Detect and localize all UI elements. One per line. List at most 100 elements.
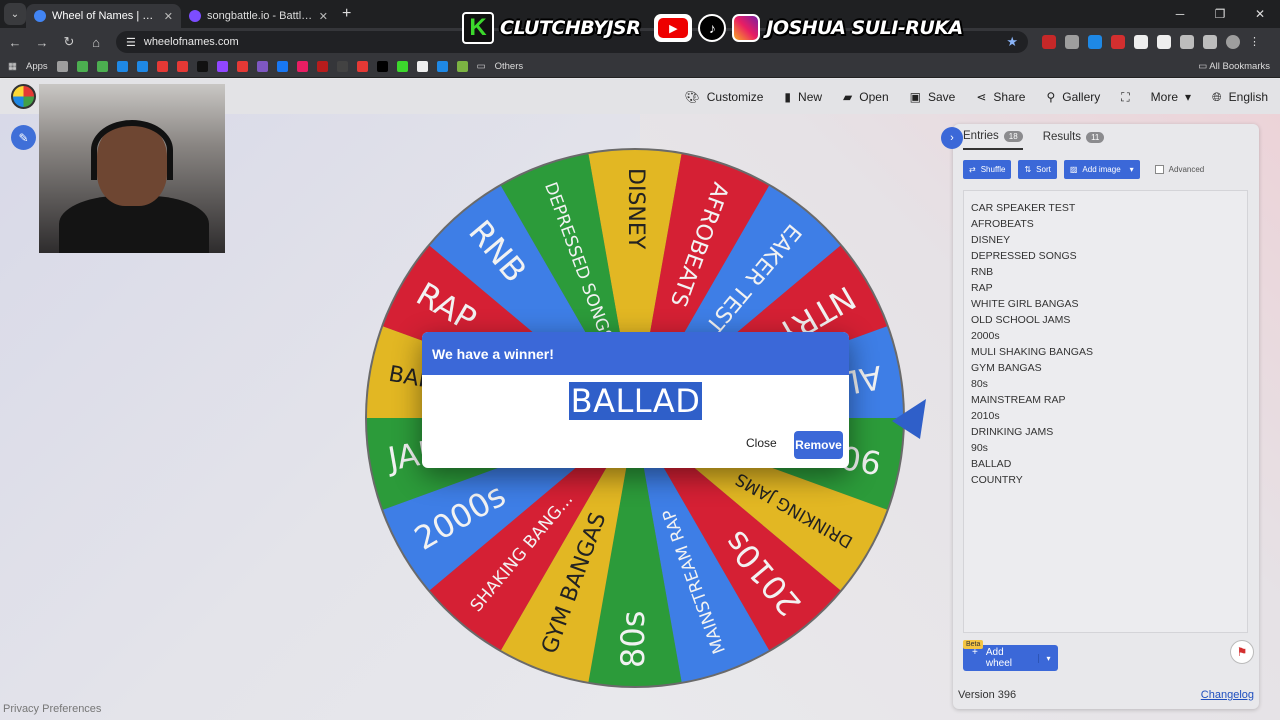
profile-avatar-icon[interactable] (1226, 35, 1240, 49)
entries-count-badge: 18 (1003, 130, 1023, 142)
tab-search-icon[interactable]: ⌄ (4, 3, 26, 25)
bookmark-icon[interactable] (56, 61, 68, 72)
extension-icon[interactable] (1065, 35, 1079, 49)
entry-line: WHITE GIRL BANGAS (971, 298, 1079, 310)
headphones-icon (91, 120, 173, 180)
bookmark-apps[interactable]: Apps (26, 61, 48, 72)
reload-icon[interactable]: ↻ (57, 34, 81, 50)
close-tab-icon[interactable]: ✕ (164, 10, 173, 23)
share-button[interactable]: ⋖ Share (976, 90, 1025, 104)
gallery-button[interactable]: ⚲ Gallery (1046, 90, 1100, 104)
all-bookmarks-label: All Bookmarks (1209, 61, 1270, 72)
browser-tab-wheel[interactable]: Wheel of Names | Random nam ✕ (26, 4, 181, 28)
folder-icon: ▭ (476, 61, 486, 72)
bookmark-icon[interactable] (436, 61, 448, 72)
collapse-panel-icon[interactable]: › (941, 127, 963, 149)
tab-entries[interactable]: Entries 18 (963, 130, 1023, 150)
share-label: Share (993, 90, 1026, 104)
bookmark-icon[interactable] (76, 61, 88, 72)
version-text: Version 396 (958, 689, 1017, 701)
remove-button[interactable]: Remove (794, 431, 843, 459)
checkbox-icon[interactable] (1154, 165, 1164, 174)
bookmark-icon[interactable] (456, 61, 468, 72)
tab-results[interactable]: Results 11 (1043, 130, 1105, 150)
bookmark-icon[interactable] (256, 61, 268, 72)
browser-tab-songbattle[interactable]: songbattle.io - Battle Songs ag ✕ (181, 4, 336, 28)
extension-icon[interactable] (1088, 35, 1102, 49)
language-button[interactable]: 🌐︎ English (1212, 90, 1268, 105)
search-icon: ⚲ (1046, 90, 1056, 104)
new-tab-icon[interactable]: + (342, 5, 351, 23)
bookmark-icon[interactable] (116, 61, 128, 72)
minimize-icon[interactable]: ─ (1160, 0, 1200, 28)
browser-menu-icon[interactable]: ⋮ (1249, 35, 1260, 49)
shuffle-button[interactable]: ⇄ Shuffle (963, 160, 1012, 179)
floppy-icon: ▣ (909, 90, 921, 104)
back-icon[interactable]: ← (3, 35, 27, 50)
sort-icon: ⇅ (1024, 165, 1032, 174)
fullscreen-button[interactable]: ⛶ (1121, 90, 1129, 105)
file-icon: ▮ (784, 90, 792, 104)
open-button[interactable]: ▰ Open (843, 90, 889, 104)
save-button[interactable]: ▣ Save (910, 90, 956, 104)
wheel-logo-icon[interactable] (11, 84, 36, 109)
entry-line: GYM BANGAS (971, 362, 1042, 374)
bookmark-icon[interactable] (156, 61, 168, 72)
bookmark-icon[interactable] (376, 61, 388, 72)
bookmark-others[interactable]: Others (495, 61, 524, 72)
beta-badge: Beta (963, 640, 984, 649)
bookmark-icon[interactable] (276, 61, 288, 72)
site-info-icon[interactable]: ☰ (126, 36, 136, 49)
add-image-button[interactable]: ▨ Add image ▾ (1063, 160, 1140, 179)
bookmark-icon[interactable] (316, 61, 328, 72)
advanced-label: Advanced (1168, 165, 1205, 174)
bookmark-icon[interactable] (336, 61, 348, 72)
more-button[interactable]: More ▾ (1151, 90, 1191, 104)
bookmark-icon[interactable] (216, 61, 228, 72)
entry-line: 90s (971, 442, 988, 454)
all-bookmarks[interactable]: ▭ All Bookmarks (1198, 61, 1270, 72)
close-button[interactable]: Close (746, 436, 777, 450)
entries-textarea[interactable]: CAR SPEAKER TEST AFROBEATS DISNEY DEPRESSED… (963, 190, 1248, 633)
changelog-link[interactable]: Changelog (1201, 689, 1254, 701)
toolbar-menu: 🎨︎ Customize ▮ New ▰ Open ▣ Save ⋖ Share… (685, 80, 1269, 114)
forward-icon[interactable]: → (30, 35, 54, 50)
bookmark-icon[interactable] (96, 61, 108, 72)
close-tab-icon[interactable]: ✕ (319, 10, 328, 23)
close-window-icon[interactable]: ✕ (1240, 0, 1280, 28)
customize-button[interactable]: 🎨︎ Customize (685, 90, 764, 104)
apps-grid-icon[interactable]: ▦ (8, 61, 17, 72)
bookmarks-bar: ▦ Apps ▭ Others ▭ All Bookmarks (0, 56, 1280, 78)
new-button[interactable]: ▮ New (784, 90, 822, 104)
bookmark-icon[interactable] (176, 61, 188, 72)
restore-icon[interactable]: ❐ (1200, 0, 1240, 28)
bookmark-icon[interactable] (416, 61, 428, 72)
bookmark-icon[interactable] (136, 61, 148, 72)
share-icon: ⋖ (976, 90, 987, 104)
bookmark-icon[interactable] (196, 61, 208, 72)
home-icon[interactable]: ⌂ (84, 35, 108, 50)
results-count-badge: 11 (1086, 131, 1105, 143)
winner-name-wrap: BALLAD (422, 382, 849, 420)
entries-tab-label: Entries (963, 130, 999, 142)
bookmark-icon[interactable] (356, 61, 368, 72)
bookmark-star-icon[interactable]: ★ (1006, 34, 1018, 50)
caret-down-icon[interactable]: ▾ (1038, 653, 1058, 663)
entry-actions: ⇄ Shuffle ⇅ Sort ▨ Add image ▾ Advanced (963, 160, 1204, 179)
bookmark-icon[interactable] (236, 61, 248, 72)
edit-pencil-icon[interactable]: ✎ (11, 125, 36, 150)
extension-icon[interactable] (1134, 35, 1148, 49)
advanced-checkbox[interactable]: Advanced (1154, 165, 1205, 174)
pdf-icon[interactable]: ⚑ (1230, 640, 1254, 664)
bookmark-icon[interactable] (396, 61, 408, 72)
extension-icon[interactable] (1111, 35, 1125, 49)
privacy-preferences-link[interactable]: Privacy Preferences (3, 703, 101, 715)
extension-icon[interactable] (1042, 35, 1056, 49)
sort-button[interactable]: ⇅ Sort (1018, 160, 1057, 179)
fullscreen-icon: ⛶ (1121, 89, 1130, 104)
extension-icon[interactable] (1157, 35, 1171, 49)
puzzle-icon[interactable] (1180, 35, 1194, 49)
bookmark-icon[interactable] (296, 61, 308, 72)
media-icon[interactable] (1203, 35, 1217, 49)
customize-label: Customize (706, 90, 764, 104)
